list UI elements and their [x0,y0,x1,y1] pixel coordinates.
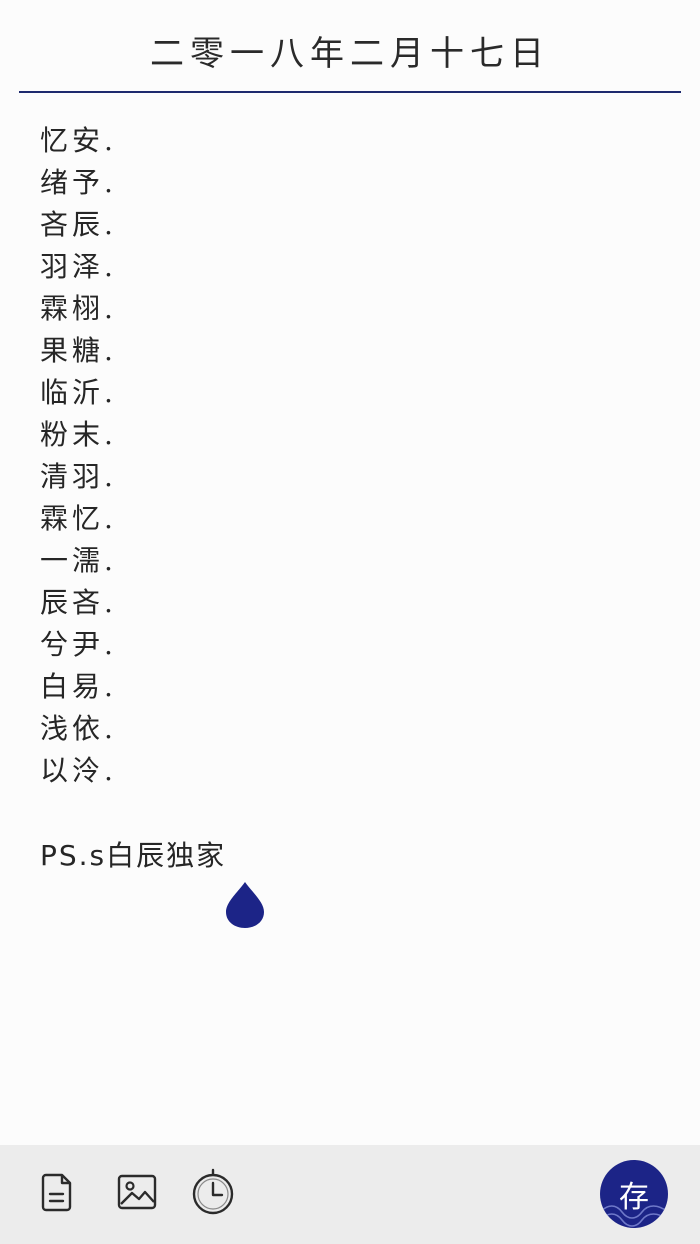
note-lines: 忆安. 绪予. 吝辰. 羽泽. 霖栩. 果糖. 临沂. 粉末. 清羽. 霖忆. … [40,120,117,792]
ink-drop-cursor-icon[interactable] [224,880,266,930]
list-item: 清羽. [40,460,117,493]
title-divider [19,91,681,93]
list-item: 吝辰. [40,208,117,241]
list-item: 白易. [40,670,117,703]
date-title: 二零一八年二月十七日 [150,34,550,74]
timer-button[interactable] [190,1168,236,1215]
list-item: 果糖. [40,334,117,367]
bottom-toolbar: 存 [0,1145,700,1244]
ps-note: PS.s白辰独家 [40,839,227,872]
list-item: 临沂. [40,376,117,409]
list-item: 一濡. [40,544,117,577]
image-button[interactable] [114,1169,160,1215]
list-item: 粉末. [40,418,117,451]
list-item: 绪予. [40,166,117,199]
timer-icon [192,1168,234,1215]
save-label: 存 [619,1180,649,1215]
list-item: 霖忆. [40,502,117,535]
list-item: 羽泽. [40,250,117,283]
list-item: 以泠. [40,754,117,787]
list-item: 忆安. [40,124,117,157]
save-button[interactable]: 存 [600,1160,668,1228]
note-page[interactable]: 二零一八年二月十七日 忆安. 绪予. 吝辰. 羽泽. 霖栩. 果糖. 临沂. 粉… [0,0,700,1145]
image-icon [117,1174,157,1210]
document-button[interactable] [34,1169,80,1215]
list-item: 辰吝. [40,586,117,619]
list-item: 浅依. [40,712,117,745]
list-item: 兮尹. [40,628,117,661]
list-item: 霖栩. [40,292,117,325]
document-icon [41,1173,72,1212]
